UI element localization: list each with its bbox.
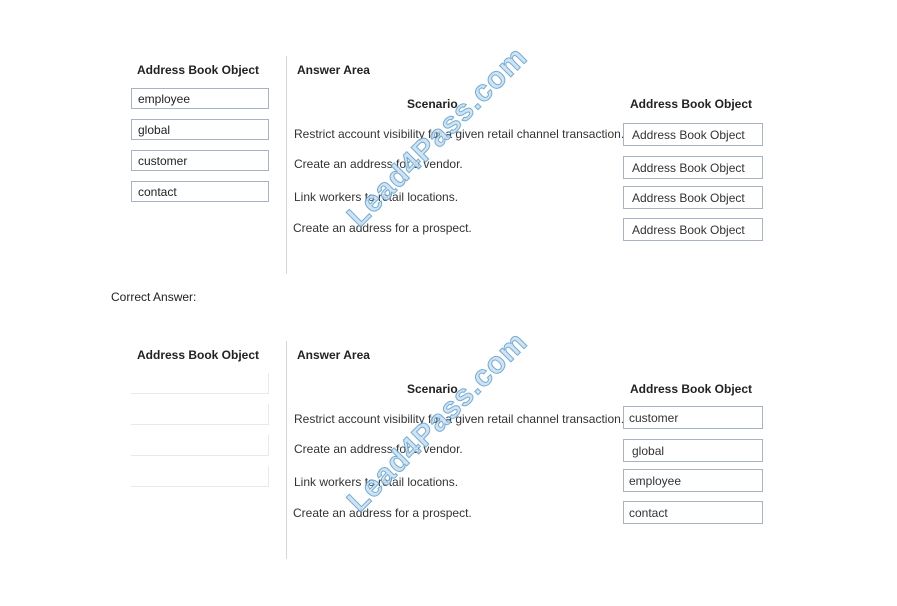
- divider: [286, 56, 287, 274]
- answer-target[interactable]: contact: [623, 501, 763, 524]
- drop-target[interactable]: Address Book Object: [623, 186, 763, 209]
- source-item[interactable]: employee: [131, 88, 269, 109]
- source-list-title: Address Book Object: [137, 348, 260, 362]
- divider: [286, 341, 287, 559]
- answer-target[interactable]: global: [623, 439, 763, 462]
- drop-target[interactable]: Address Book Object: [623, 156, 763, 179]
- answer-area-title: Answer Area: [297, 348, 370, 362]
- question-panel: Address Book Object employee global cust…: [0, 0, 897, 290]
- empty-source-slot: [131, 373, 269, 394]
- answer-panel: Address Book Object Answer Area Scenario…: [0, 285, 897, 575]
- scenario-text: Create an address for a prospect.: [293, 506, 472, 520]
- object-header: Address Book Object: [630, 382, 753, 396]
- answer-target[interactable]: employee: [623, 469, 763, 492]
- scenario-text: Create an address for a prospect.: [293, 221, 472, 235]
- answer-area-title: Answer Area: [297, 63, 370, 77]
- empty-source-slot: [131, 435, 269, 456]
- source-list-title: Address Book Object: [137, 63, 260, 77]
- source-item[interactable]: contact: [131, 181, 269, 202]
- drop-target[interactable]: Address Book Object: [623, 123, 763, 146]
- empty-source-slot: [131, 404, 269, 425]
- source-item[interactable]: global: [131, 119, 269, 140]
- drop-target[interactable]: Address Book Object: [623, 218, 763, 241]
- empty-source-slot: [131, 466, 269, 487]
- object-header: Address Book Object: [630, 97, 753, 111]
- answer-target[interactable]: customer: [623, 406, 763, 429]
- source-item[interactable]: customer: [131, 150, 269, 171]
